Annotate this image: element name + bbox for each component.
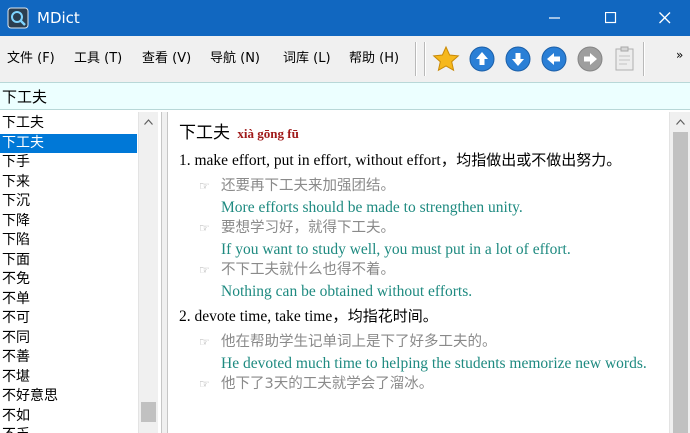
back-arrow-icon [541,46,567,72]
scroll-up-icon[interactable] [670,113,690,131]
minimize-button[interactable] [532,0,578,36]
query-bar [0,82,690,110]
star-icon [432,45,460,72]
example-english: More efforts should be made to strengthe… [221,199,523,216]
pointing-hand-icon: ☞ [199,377,210,391]
menu-help[interactable]: 帮助 (H) [349,50,399,68]
menu-dictionary[interactable]: 词库 (L) [283,50,331,68]
sense-list: 1. make effort, put in effort, without e… [179,149,657,395]
sense-number: 2. [179,308,191,325]
word-list-item[interactable]: 下工夫 [0,114,137,134]
pointing-hand-icon: ☞ [199,221,210,235]
word-list-item[interactable]: 不同 [0,329,137,349]
favorite-button[interactable] [431,44,461,74]
entry-header: 下工夫 xià gōng fū [179,121,657,146]
example-chinese: ☞ 他在帮助学生记单词上是下了好多工夫的。 [199,332,657,353]
menu-toolbar: 文件 (F) 工具 (T) 查看 (V) 导航 (N) 词库 (L) 帮助 (H… [0,36,690,82]
menu-view[interactable]: 查看 (V) [142,50,191,68]
word-list-item[interactable]: 下手 [0,153,137,173]
definition-content: 下工夫 xià gōng fū 1. make effort, put in e… [179,121,657,398]
word-list-item[interactable]: 下面 [0,251,137,271]
close-icon [659,12,671,24]
up-arrow-icon [469,46,495,72]
example-chinese: ☞ 他下了3天的工夫就学会了溜冰。 [199,374,657,395]
word-list-item[interactable]: 下来 [0,173,137,193]
forward-arrow-icon [577,46,603,72]
scroll-thumb[interactable] [673,132,688,433]
example-chinese-text: 还要再下工夫来加强团结。 [221,178,395,194]
definition-scrollbar[interactable] [669,112,690,433]
next-entry-button[interactable] [503,44,533,74]
toolbar-divider [415,42,417,76]
example-english: Nothing can be obtained without efforts. [221,283,473,300]
sense-definition: 1. make effort, put in effort, without e… [179,149,657,172]
word-list-item[interactable]: 不单 [0,290,137,310]
headword: 下工夫 [179,123,230,143]
pointing-hand-icon: ☞ [199,179,210,193]
copy-button[interactable] [610,44,640,74]
sense-chinese: 均指花时间。 [347,307,438,325]
word-list-item[interactable]: 不善 [0,348,137,368]
example-english: He devoted much time to helping the stud… [221,355,647,372]
scroll-thumb[interactable] [141,402,156,422]
pointing-hand-icon: ☞ [199,335,210,349]
example-chinese: ☞ 不下工夫就什么也得不着。 [199,260,657,281]
example-list: ☞ 他在帮助学生记单词上是下了好多工夫的。 He devoted much time… [199,332,657,395]
example-list: ☞ 还要再下工夫来加强团结。 More efforts should be made… [199,176,657,302]
sense-number: 1. [179,152,191,169]
word-list-item[interactable]: 下工夫 [0,133,137,153]
word-list-item[interactable]: 不堪 [0,368,137,388]
down-arrow-icon [505,46,531,72]
word-list-item[interactable]: 不如 [0,407,137,427]
pane-splitter[interactable] [162,112,168,433]
sense-english: devote time, take time， [194,308,348,325]
search-input[interactable] [2,85,682,107]
menu-tools[interactable]: 工具 (T) [74,50,122,68]
example-chinese-text: 他在帮助学生记单词上是下了好多工夫的。 [221,334,497,350]
pointing-hand-icon: ☞ [199,263,210,277]
minimize-icon [549,17,560,19]
example-chinese-text: 不下工夫就什么也得不着。 [221,262,395,278]
scroll-up-icon[interactable] [139,113,158,131]
word-list-items: 下工夫下工夫下手下来下沉下降下陷下面不免不单不可不同不善不堪不好意思不如不乏 [0,114,137,433]
toolbar-grip [424,42,426,76]
word-list: 下工夫下工夫下手下来下沉下降下陷下面不免不单不可不同不善不堪不好意思不如不乏 [0,112,162,433]
forward-button[interactable] [575,44,605,74]
example-english: If you want to study well, you must put … [221,241,571,258]
example-chinese-text: 要想学习好，就得下工夫。 [221,220,395,236]
word-list-item[interactable]: 不好意思 [0,387,137,407]
previous-entry-button[interactable] [467,44,497,74]
word-list-item[interactable]: 不乏 [0,426,137,433]
pinyin: xià gōng fū [237,126,299,141]
sense-chinese: 均指做出或不做出努力。 [456,151,622,169]
mdict-logo-icon [7,7,29,29]
word-list-item[interactable]: 下沉 [0,192,137,212]
toolbar-overflow-icon[interactable]: » [676,46,683,64]
back-button[interactable] [539,44,569,74]
close-button[interactable] [642,0,688,36]
example-chinese: ☞ 要想学习好，就得下工夫。 [199,218,657,239]
sense-english: make effort, put in effort, without effo… [194,152,457,169]
word-list-item[interactable]: 下陷 [0,231,137,251]
menu-file[interactable]: 文件 (F) [7,50,55,68]
word-list-scrollbar[interactable] [138,112,158,433]
toolbar-divider [643,42,645,76]
window-title: MDict [37,9,80,27]
word-list-item[interactable]: 不免 [0,270,137,290]
word-list-item[interactable]: 不可 [0,309,137,329]
definition-pane: 下工夫 xià gōng fū 1. make effort, put in e… [169,112,690,433]
example-chinese: ☞ 还要再下工夫来加强团结。 [199,176,657,197]
sense-definition: 2. devote time, take time，均指花时间。 [179,305,657,328]
maximize-icon [605,12,617,24]
title-bar: MDict [0,0,690,36]
maximize-button[interactable] [588,0,634,36]
menu-navigate[interactable]: 导航 (N) [210,50,260,68]
word-list-item[interactable]: 下降 [0,212,137,232]
clipboard-icon [615,46,634,71]
example-chinese-text: 他下了3天的工夫就学会了溜冰。 [221,376,434,392]
